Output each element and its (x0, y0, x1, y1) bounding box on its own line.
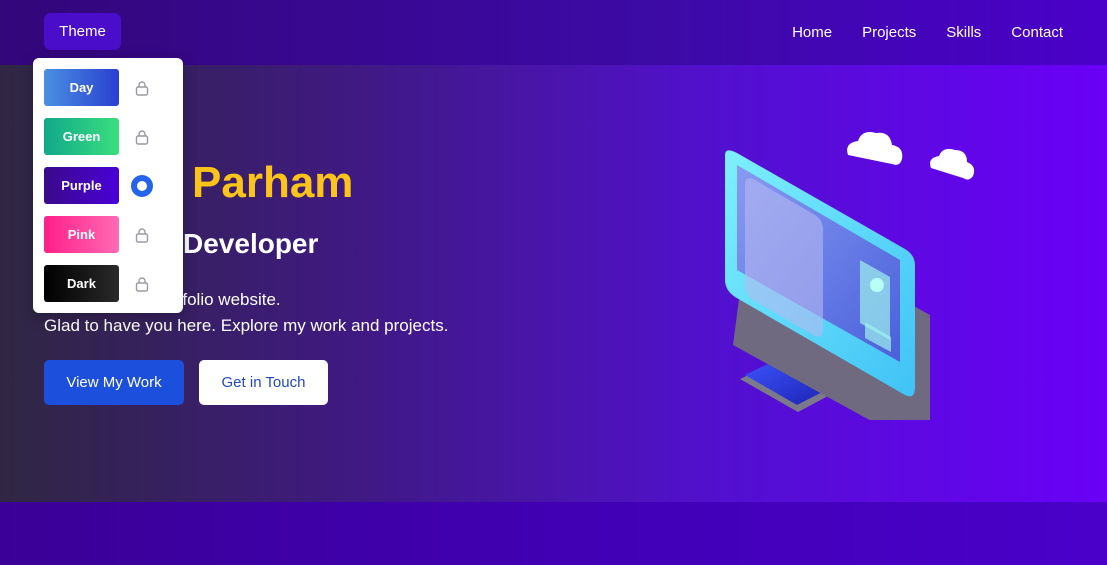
nav-link-skills[interactable]: Skills (946, 24, 981, 41)
lock-icon (130, 76, 154, 100)
theme-button[interactable]: Theme (44, 13, 121, 50)
theme-swatch-pink[interactable]: Pink (44, 216, 119, 253)
theme-swatch-day[interactable]: Day (44, 69, 119, 106)
lock-icon (130, 223, 154, 247)
lock-icon (130, 272, 154, 296)
nav-links: Home Projects Skills Contact (792, 0, 1063, 65)
theme-option-dark[interactable]: Dark (44, 265, 174, 302)
theme-option-green[interactable]: Green (44, 118, 174, 155)
get-in-touch-button[interactable]: Get in Touch (199, 360, 328, 405)
cloud-icon (847, 132, 975, 180)
hero-role: Developer (183, 228, 319, 259)
nav-link-contact[interactable]: Contact (1011, 24, 1063, 41)
view-my-work-button[interactable]: View My Work (44, 360, 184, 405)
theme-dropdown: Day Green Purple Pink Dark (33, 58, 183, 313)
lock-icon (130, 125, 154, 149)
footer-band (0, 502, 1107, 565)
theme-swatch-green[interactable]: Green (44, 118, 119, 155)
theme-swatch-dark[interactable]: Dark (44, 265, 119, 302)
theme-option-day[interactable]: Day (44, 69, 174, 106)
navbar: Theme Home Projects Skills Contact (0, 0, 1107, 65)
nav-link-home[interactable]: Home (792, 24, 832, 41)
computer-illustration (725, 132, 975, 420)
theme-swatch-purple[interactable]: Purple (44, 167, 119, 204)
theme-option-pink[interactable]: Pink (44, 216, 174, 253)
theme-option-purple[interactable]: Purple (44, 167, 174, 204)
nav-link-projects[interactable]: Projects (862, 24, 916, 41)
hero-name: Parham (192, 158, 354, 207)
hero-desc-line2: Glad to have you here. Explore my work a… (44, 316, 449, 335)
radio-selected-icon[interactable] (130, 174, 154, 198)
